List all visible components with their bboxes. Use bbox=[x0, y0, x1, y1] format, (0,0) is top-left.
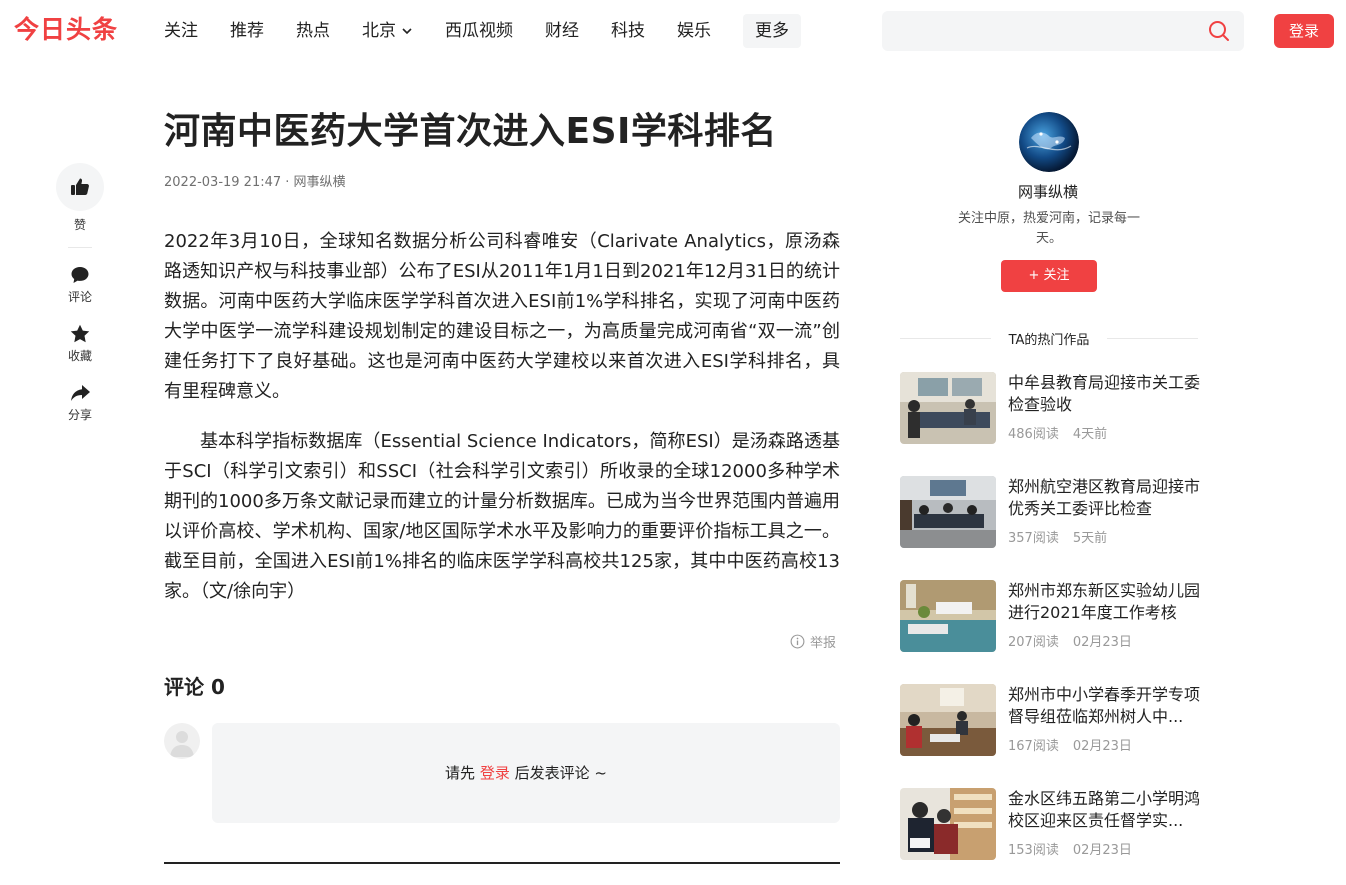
comment-login-link[interactable]: 登录 bbox=[480, 764, 510, 782]
thumbnail-image[interactable] bbox=[900, 684, 996, 756]
report-label: 举报 bbox=[810, 636, 837, 651]
chevron-down-icon bbox=[402, 28, 412, 35]
search-icon[interactable] bbox=[1208, 20, 1230, 42]
hot-item-title[interactable]: 金水区纬五路第二小学明鸿校区迎来区责任督学实... bbox=[1008, 788, 1200, 832]
article-actions: 赞 评论 收藏 分享 bbox=[56, 163, 104, 441]
divider bbox=[900, 337, 991, 339]
nav-item-city[interactable]: 北京 bbox=[362, 14, 413, 48]
share-button[interactable]: 分享 bbox=[56, 382, 104, 423]
info-icon bbox=[790, 634, 805, 649]
comment-button[interactable]: 评论 bbox=[56, 264, 104, 305]
like-label: 赞 bbox=[73, 218, 86, 232]
hot-item-title[interactable]: 郑州市中小学春季开学专项督导组莅临郑州树人中... bbox=[1008, 684, 1200, 728]
comment-login-prompt: 请先 登录 后发表评论 ~ bbox=[212, 723, 840, 823]
thumbnail-image[interactable] bbox=[900, 372, 996, 444]
thumbnail-image[interactable] bbox=[900, 476, 996, 548]
hot-item-stats: 153阅读 02月23日 bbox=[1008, 843, 1132, 858]
article: 河南中医药大学首次进入ESI学科排名 2022-03-19 21:47 · 网事… bbox=[164, 108, 840, 651]
nav-item-finance[interactable]: 财经 bbox=[545, 14, 579, 48]
list-item[interactable]: 郑州市郑东新区实验幼儿园进行2021年度工作考核 207阅读 02月23日 bbox=[900, 580, 1200, 684]
thumbnail-image[interactable] bbox=[900, 788, 996, 860]
comment-label: 评论 bbox=[67, 290, 92, 304]
report-button[interactable]: 举报 bbox=[790, 632, 836, 651]
nav-item-tech[interactable]: 科技 bbox=[611, 14, 645, 48]
hot-item-stats: 486阅读 4天前 bbox=[1008, 427, 1108, 442]
hot-item-stats: 207阅读 02月23日 bbox=[1008, 635, 1132, 650]
avatar bbox=[164, 723, 200, 759]
divider bbox=[1107, 337, 1199, 339]
site-logo[interactable]: 今日头条 bbox=[14, 13, 118, 47]
actions-divider bbox=[68, 247, 92, 248]
nav-item-video[interactable]: 西瓜视频 bbox=[445, 14, 513, 48]
search-input[interactable] bbox=[882, 11, 1192, 51]
nav-item-entertainment[interactable]: 娱乐 bbox=[677, 14, 711, 48]
globe-avatar-icon bbox=[1019, 112, 1079, 172]
nav-item-recommend[interactable]: 推荐 bbox=[230, 14, 264, 48]
article-meta: 2022-03-19 21:47 · 网事纵横 bbox=[164, 175, 346, 190]
share-label: 分享 bbox=[67, 408, 92, 422]
hot-item-title[interactable]: 郑州航空港区教育局迎接市优秀关工委评比检查 bbox=[1008, 476, 1200, 520]
follow-button[interactable]: + 关注 bbox=[1001, 260, 1097, 292]
hot-item-title[interactable]: 中牟县教育局迎接市关工委检查验收 bbox=[1008, 372, 1200, 416]
list-item[interactable]: 郑州航空港区教育局迎接市优秀关工委评比检查 357阅读 5天前 bbox=[900, 476, 1200, 580]
top-nav: 关注 推荐 热点 北京 西瓜视频 财经 科技 娱乐 更多 bbox=[164, 14, 801, 48]
article-title: 河南中医药大学首次进入ESI学科排名 bbox=[164, 111, 777, 152]
user-placeholder-icon bbox=[170, 731, 194, 757]
article-paragraph: 2022年3月10日，全球知名数据分析公司科睿唯安（Clarivate Anal… bbox=[164, 231, 840, 402]
list-item[interactable]: 中牟县教育局迎接市关工委检查验收 486阅读 4天前 bbox=[900, 372, 1200, 476]
star-icon bbox=[70, 324, 90, 343]
author-avatar[interactable] bbox=[1019, 112, 1079, 172]
search-bar bbox=[882, 11, 1244, 51]
nav-item-follow[interactable]: 关注 bbox=[164, 14, 198, 48]
list-item[interactable]: 郑州市中小学春季开学专项督导组莅临郑州树人中... 167阅读 02月23日 bbox=[900, 684, 1200, 788]
hot-item-stats: 167阅读 02月23日 bbox=[1008, 739, 1132, 754]
nav-item-more[interactable]: 更多 bbox=[743, 14, 801, 48]
list-item[interactable]: 金水区纬五路第二小学明鸿校区迎来区责任督学实... 153阅读 02月23日 bbox=[900, 788, 1200, 885]
collect-button[interactable]: 收藏 bbox=[56, 323, 104, 364]
collect-label: 收藏 bbox=[67, 349, 92, 363]
author-description: 关注中原，热爱河南，记录每一天。 bbox=[957, 211, 1140, 246]
nav-item-hot[interactable]: 热点 bbox=[296, 14, 330, 48]
hot-works-list: 中牟县教育局迎接市关工委检查验收 486阅读 4天前 郑州航空港区教育局迎接市优秀… bbox=[900, 372, 1200, 885]
comment-icon bbox=[71, 267, 89, 283]
top-header: 今日头条 关注 推荐 热点 北京 西瓜视频 财经 科技 娱乐 更多 登录 bbox=[0, 0, 1346, 62]
login-button[interactable]: 登录 bbox=[1274, 14, 1334, 48]
article-paragraph: 基本科学指标数据库（Essential Science Indicators，简… bbox=[164, 431, 840, 602]
comments-title: 评论 0 bbox=[164, 675, 225, 699]
author-name[interactable]: 网事纵横 bbox=[898, 182, 1198, 202]
hot-item-stats: 357阅读 5天前 bbox=[1008, 531, 1108, 546]
hot-item-title[interactable]: 郑州市郑东新区实验幼儿园进行2021年度工作考核 bbox=[1008, 580, 1200, 624]
share-icon bbox=[71, 385, 90, 401]
divider bbox=[164, 862, 840, 864]
like-button[interactable] bbox=[56, 163, 104, 211]
thumbnail-image[interactable] bbox=[900, 580, 996, 652]
thumbs-up-icon bbox=[71, 178, 89, 195]
hot-works-heading: TA的热门作品 bbox=[900, 328, 1199, 348]
